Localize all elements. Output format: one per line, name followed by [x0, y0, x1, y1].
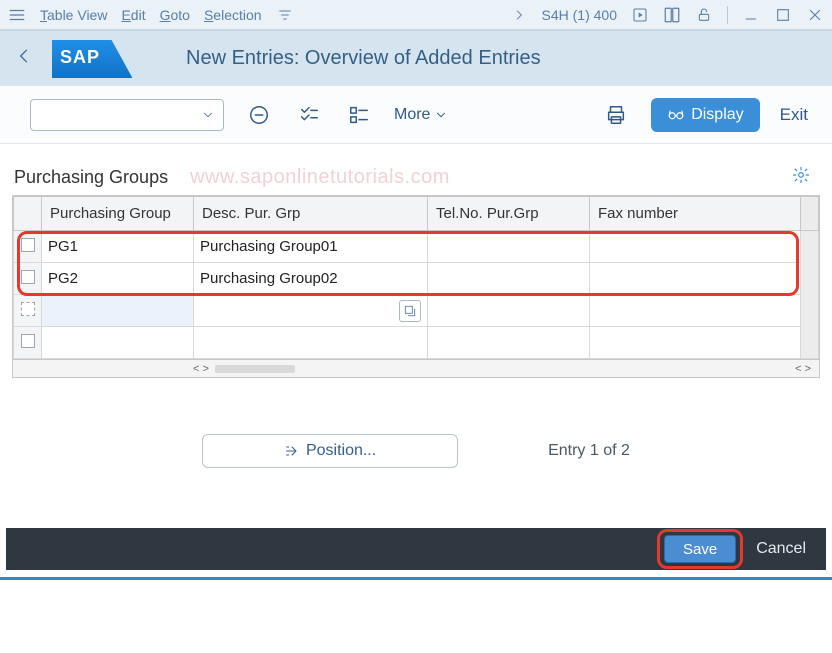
menu-goto[interactable]: Goto	[160, 7, 190, 23]
col-purchasing-group[interactable]: Purchasing Group	[42, 197, 194, 231]
filter-icon[interactable]	[276, 6, 294, 24]
cell-pg[interactable]: PG1	[42, 231, 194, 263]
cell-pg[interactable]	[42, 295, 194, 327]
menu-selection[interactable]: Selection	[204, 7, 262, 23]
deselect-all-icon[interactable]	[344, 100, 374, 130]
table: Purchasing Group Desc. Pur. Grp Tel.No. …	[12, 195, 820, 378]
f4-help-icon[interactable]	[399, 300, 421, 322]
cell-desc[interactable]: Purchasing Group01	[194, 231, 428, 263]
content: Purchasing Groups www.saponlinetutorials…	[0, 144, 832, 468]
chevron-right-icon[interactable]	[510, 6, 528, 24]
page-title: New Entries: Overview of Added Entries	[186, 47, 541, 70]
cancel-link[interactable]: Cancel	[756, 540, 806, 558]
vertical-scrollbar[interactable]	[801, 231, 819, 359]
select-all-icon[interactable]	[294, 100, 324, 130]
menu-edit[interactable]: Edit	[121, 7, 145, 23]
cell-tel[interactable]	[428, 327, 590, 359]
cell-tel[interactable]	[428, 263, 590, 295]
undo-icon[interactable]	[244, 100, 274, 130]
cell-fax[interactable]	[590, 295, 801, 327]
header: SAP New Entries: Overview of Added Entri…	[0, 30, 832, 86]
cell-fax[interactable]	[590, 263, 801, 295]
status-row: Position... Entry 1 of 2	[12, 434, 820, 468]
table-header-row: Purchasing Group Desc. Pur. Grp Tel.No. …	[14, 197, 819, 231]
maximize-icon[interactable]	[774, 6, 792, 24]
cell-desc[interactable]	[194, 327, 428, 359]
table-row[interactable]: PG2 Purchasing Group02	[14, 263, 819, 295]
back-button[interactable]	[14, 46, 34, 72]
row-selector[interactable]	[14, 327, 42, 359]
chevron-down-icon	[434, 108, 448, 122]
view-dropdown[interactable]	[30, 99, 224, 131]
play-icon[interactable]	[631, 6, 649, 24]
cell-tel[interactable]	[428, 295, 590, 327]
col-tel[interactable]: Tel.No. Pur.Grp	[428, 197, 590, 231]
cell-fax[interactable]	[590, 231, 801, 263]
gear-icon[interactable]	[792, 166, 810, 189]
cell-pg[interactable]: PG2	[42, 263, 194, 295]
exit-link[interactable]: Exit	[780, 105, 808, 125]
row-selector[interactable]	[14, 295, 42, 327]
more-menu[interactable]: More	[394, 106, 448, 124]
divider	[727, 6, 728, 24]
position-button[interactable]: Position...	[202, 434, 458, 468]
cell-tel[interactable]	[428, 231, 590, 263]
menubar: Table View Edit Goto Selection S4H (1) 4…	[0, 0, 832, 30]
table-footer-scroll[interactable]: < > < >	[13, 359, 819, 377]
glasses-icon	[667, 106, 685, 124]
close-icon[interactable]	[806, 6, 824, 24]
section-title: Purchasing Groups	[14, 167, 168, 188]
toolbar: More Display Exit	[0, 86, 832, 144]
entry-counter: Entry 1 of 2	[548, 442, 630, 460]
row-selector[interactable]	[14, 263, 42, 295]
lock-open-icon[interactable]	[695, 6, 713, 24]
row-selector[interactable]	[14, 231, 42, 263]
cell-desc[interactable]	[194, 295, 428, 327]
table-row[interactable]: PG1 Purchasing Group01	[14, 231, 819, 263]
table-row[interactable]	[14, 295, 819, 327]
display-button[interactable]: Display	[651, 98, 759, 132]
command-field-icon[interactable]	[663, 6, 681, 24]
sap-logo: SAP	[52, 40, 132, 78]
footer-bar: Save Cancel	[6, 528, 826, 570]
menu-table-view[interactable]: Table View	[40, 7, 107, 23]
hamburger-icon[interactable]	[8, 6, 26, 24]
cell-pg[interactable]	[42, 327, 194, 359]
col-selector[interactable]	[14, 197, 42, 231]
print-icon[interactable]	[601, 100, 631, 130]
save-button[interactable]: Save	[664, 535, 736, 563]
cell-desc[interactable]: Purchasing Group02	[194, 263, 428, 295]
goto-icon	[284, 443, 300, 459]
footer-separator	[0, 577, 832, 580]
system-label: S4H (1) 400	[542, 7, 617, 23]
vertical-scrollbar[interactable]	[801, 197, 819, 231]
col-desc[interactable]: Desc. Pur. Grp	[194, 197, 428, 231]
cell-fax[interactable]	[590, 327, 801, 359]
chevron-down-icon	[201, 108, 215, 122]
minimize-icon[interactable]	[742, 6, 760, 24]
col-fax[interactable]: Fax number	[590, 197, 801, 231]
watermark: www.saponlinetutorials.com	[190, 166, 450, 189]
table-row[interactable]	[14, 327, 819, 359]
